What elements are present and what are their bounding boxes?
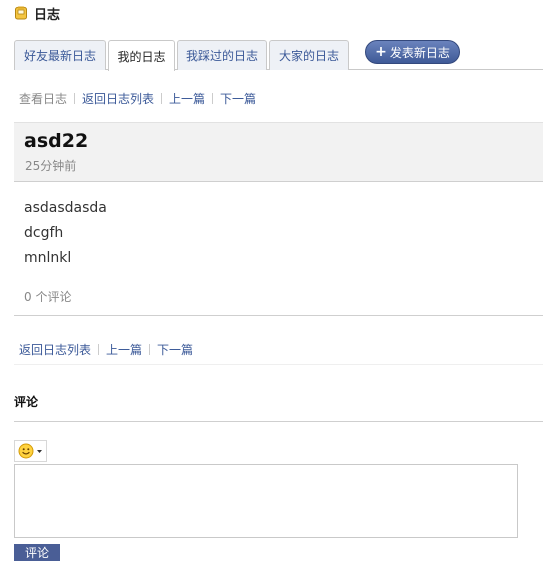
prev-post-link[interactable]: 上一篇 xyxy=(169,90,205,107)
prev-post-link[interactable]: 上一篇 xyxy=(106,341,142,358)
back-to-list-link[interactable]: 返回日志列表 xyxy=(82,90,154,107)
publish-new-diary-button[interactable]: + 发表新日志 xyxy=(365,40,460,64)
divider xyxy=(14,364,543,365)
page-header: 日志 xyxy=(14,4,61,23)
divider xyxy=(74,92,76,104)
divider xyxy=(212,92,214,104)
divider xyxy=(14,421,543,422)
divider xyxy=(14,315,543,316)
plus-icon: + xyxy=(375,44,387,60)
next-post-link[interactable]: 下一篇 xyxy=(220,90,256,107)
submit-comment-button[interactable]: 评论 xyxy=(14,544,60,561)
post-body: asdasdasda dcgfh mnlnkl xyxy=(24,196,107,271)
comment-textarea[interactable] xyxy=(14,464,518,538)
post-title: asd22 xyxy=(24,130,89,152)
emoji-picker-button[interactable] xyxy=(14,440,47,462)
divider xyxy=(161,92,163,104)
post-line: mnlnkl xyxy=(24,250,72,266)
current-view-label: 查看日志 xyxy=(19,91,68,106)
post-timestamp: 25分钟前 xyxy=(25,159,77,173)
tab-my-diary[interactable]: 我的日志 xyxy=(108,40,175,71)
next-post-link[interactable]: 下一篇 xyxy=(157,341,193,358)
post-header: asd22 25分钟前 xyxy=(14,122,543,182)
comment-count: 0 个评论 xyxy=(24,290,72,304)
comments-heading: 评论 xyxy=(14,395,39,409)
post-line: dcgfh xyxy=(24,225,64,241)
tab-stepped-diary[interactable]: 我踩过的日志 xyxy=(177,40,267,70)
bottom-breadcrumb: 返回日志列表 上一篇 下一篇 xyxy=(19,341,193,357)
divider xyxy=(149,343,151,355)
back-to-list-link[interactable]: 返回日志列表 xyxy=(19,341,91,358)
post-line: asdasdasda xyxy=(24,200,107,216)
page-title: 日志 xyxy=(34,7,61,23)
top-breadcrumb: 查看日志 返回日志列表 上一篇 下一篇 xyxy=(19,90,256,106)
tab-friends-latest[interactable]: 好友最新日志 xyxy=(14,40,106,70)
chevron-down-icon xyxy=(36,450,42,453)
publish-button-label: 发表新日志 xyxy=(389,45,450,60)
tab-bar: 好友最新日志 我的日志 我踩过的日志 大家的日志 + 发表新日志 xyxy=(14,40,543,71)
diary-icon xyxy=(14,6,28,20)
tab-everyone-diary[interactable]: 大家的日志 xyxy=(269,40,349,70)
divider xyxy=(98,343,100,355)
smiley-icon xyxy=(18,443,42,459)
